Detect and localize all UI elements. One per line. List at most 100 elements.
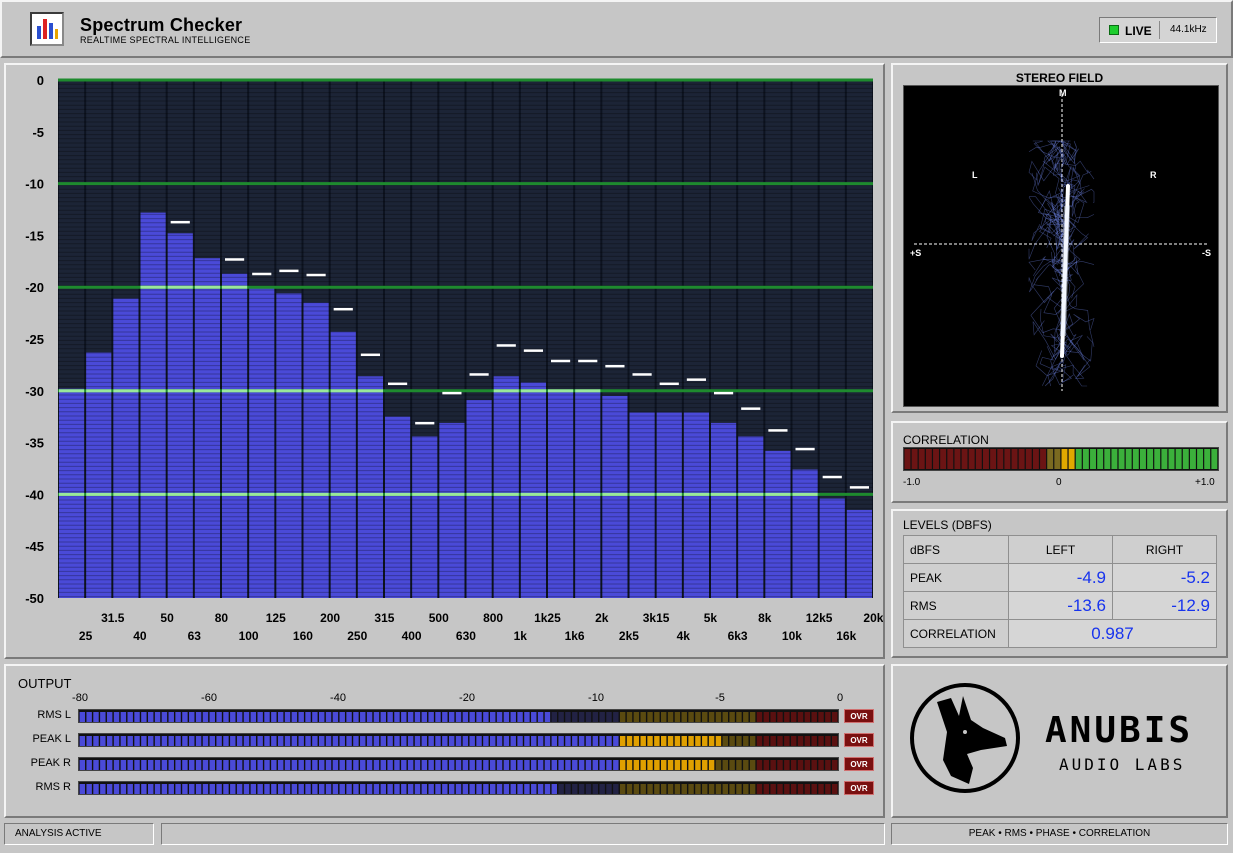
spectrum-x-tick: 25 <box>79 629 93 643</box>
spectrum-y-tick: 0 <box>37 73 44 88</box>
output-scale-label: -60 <box>201 692 217 704</box>
spectrum-x-tick: 3k15 <box>643 611 670 625</box>
correlation-mid-label: 0 <box>1056 477 1062 488</box>
levels-peak-label: PEAK <box>903 563 1009 592</box>
anubis-logo-icon <box>910 683 1020 793</box>
spectrum-x-tick: 315 <box>374 611 394 625</box>
output-title: OUTPUT <box>18 676 72 691</box>
peak-hold-4k <box>659 382 679 386</box>
correlation-title: CORRELATION <box>903 433 989 447</box>
peak-hold-63 <box>170 220 190 224</box>
peak-hold-125 <box>252 272 272 276</box>
output-scale-label: -10 <box>588 692 604 704</box>
ovr-indicator[interactable]: OVR <box>844 757 874 771</box>
app-title: Spectrum Checker <box>80 15 243 35</box>
spectrum-x-tick: 50 <box>160 611 174 625</box>
spectrum-x-tick: 500 <box>429 611 449 625</box>
peak-hold-250 <box>333 307 353 311</box>
levels-title: LEVELS (DBFS) <box>903 518 992 532</box>
live-label: LIVE <box>1125 24 1152 38</box>
spectrum-bar-1k25 <box>520 382 546 598</box>
spectrum-x-tick: 5k <box>704 611 718 625</box>
logo-subtitle: AUDIO LABS <box>1059 755 1186 774</box>
spectrum-x-tick: 40 <box>133 629 147 643</box>
peak-hold-1k <box>496 344 516 347</box>
meter-label: RMS L <box>37 709 71 721</box>
spectrum-bar-100 <box>222 273 248 598</box>
peak-hold-160 <box>279 269 299 273</box>
spectrum-x-tick: 31.5 <box>101 611 125 625</box>
rms-left-value: -13.6 <box>1008 591 1113 620</box>
spectrum-x-tick: 12k5 <box>806 611 833 625</box>
levels-rms-label: RMS <box>903 591 1009 620</box>
spectrum-bar-20k <box>846 509 872 598</box>
meter-label: PEAK L <box>32 733 71 745</box>
levels-left-header: LEFT <box>1008 535 1113 564</box>
app-subtitle: REALTIME SPECTRAL INTELLIGENCE <box>80 35 251 45</box>
spectrum-chart: 0 -5 -10 -15 -20 -25 -30 -35 -40 -45 -50 25 31.5 40 50… <box>25 73 883 643</box>
levels-correlation-label: CORRELATION <box>903 619 1009 648</box>
peak-hold-100 <box>225 258 245 261</box>
spectrum-bar-200 <box>303 302 329 598</box>
stereo-field-title: STEREO FIELD <box>1015 71 1104 85</box>
output-panel: OUTPUT -80 -60 -40 -20 -10 -5 0 RMS L OVR PEAK L… <box>4 664 885 818</box>
spectrum-x-tick: 8k <box>758 611 772 625</box>
peak-hold-630 <box>442 391 462 395</box>
app-icon <box>30 12 64 46</box>
sample-rate: 44.1kHz <box>1170 24 1207 35</box>
spectrum-y-tick: -25 <box>25 332 44 347</box>
ovr-indicator[interactable]: OVR <box>844 733 874 747</box>
peak-hold-16k <box>822 475 842 479</box>
spectrum-x-tick: 2k5 <box>619 629 639 643</box>
spectrum-x-tick: 1k6 <box>565 629 585 643</box>
output-meter <box>78 781 839 795</box>
spectrum-bar-40 <box>113 298 139 598</box>
output-meter <box>78 709 839 723</box>
spectrum-bar-80 <box>194 258 220 598</box>
ovr-indicator[interactable]: OVR <box>844 781 874 795</box>
spectrum-x-tick: 250 <box>347 629 367 643</box>
peak-hold-2k5 <box>605 364 625 368</box>
peak-right-value: -5.2 <box>1112 563 1217 592</box>
live-status: LIVE 44.1kHz <box>1099 17 1217 43</box>
spectrum-x-tick: 200 <box>320 611 340 625</box>
spectrum-x-tick: 63 <box>188 629 202 643</box>
spectrum-x-tick: 2k <box>595 611 609 625</box>
status-middle <box>161 823 885 845</box>
correlation-value: 0.987 <box>1008 619 1217 648</box>
peak-hold-1k6 <box>551 359 571 363</box>
ovr-indicator[interactable]: OVR <box>844 709 874 723</box>
spectrum-bar-16k <box>819 498 845 598</box>
levels-panel: LEVELS (DBFS) dBFS LEFT RIGHT PEAK -4.9 … <box>891 509 1228 658</box>
spectrum-bar-3k15 <box>629 412 655 598</box>
spectrum-y-tick: -15 <box>25 228 44 243</box>
peak-hold-1k25 <box>523 349 543 352</box>
peak-hold-8k <box>741 407 761 410</box>
spectrum-x-tick: 800 <box>483 611 503 625</box>
live-indicator-icon <box>1109 25 1119 35</box>
spectrum-y-tick: -5 <box>32 125 44 140</box>
spectrum-bar-50 <box>140 212 166 598</box>
spectrum-x-tick: 125 <box>266 611 286 625</box>
spectrum-x-tick: 16k <box>836 629 856 643</box>
peak-hold-2k <box>578 359 598 363</box>
peak-hold-5k <box>686 378 706 381</box>
peak-hold-10k <box>768 429 788 432</box>
peak-hold-12k5 <box>795 447 815 451</box>
stereo-label-m: M <box>1059 88 1067 98</box>
peak-hold-200 <box>306 273 326 277</box>
correlation-meter <box>903 447 1219 471</box>
levels-right-header: RIGHT <box>1112 535 1217 564</box>
output-scale-label: -40 <box>330 692 346 704</box>
spectrum-x-tick: 160 <box>293 629 313 643</box>
peak-hold-6k3 <box>714 391 734 395</box>
spectrum-x-tick: 4k <box>677 629 691 643</box>
spectrum-bar-125 <box>249 288 275 598</box>
meter-label: PEAK R <box>30 757 71 769</box>
spectrum-x-tick: 400 <box>402 629 422 643</box>
output-meter <box>78 733 839 747</box>
stereo-label-r: R <box>1150 170 1157 180</box>
status-analysis: ANALYSIS ACTIVE <box>4 823 154 845</box>
peak-hold-20k <box>849 486 869 489</box>
peak-hold-315 <box>360 353 380 357</box>
